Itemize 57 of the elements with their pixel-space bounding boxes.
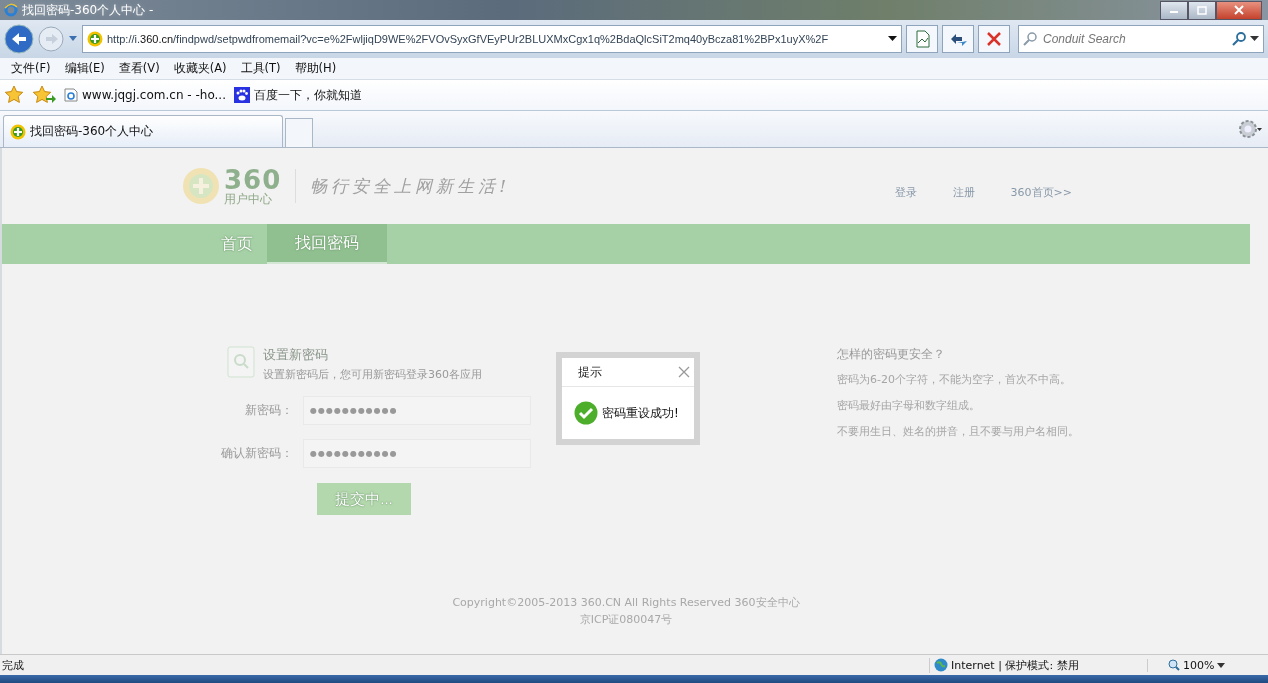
field-label: 新密码：: [244, 402, 294, 419]
logo-text: 360: [224, 167, 282, 193]
tip-text: 密码最好由字母和数字组成。: [837, 398, 981, 414]
security-zone: Internet | 保护模式: 禁用: [951, 657, 1079, 673]
search-icon: [227, 346, 255, 378]
ie-logo-icon: [4, 3, 18, 17]
search-field[interactable]: Conduit Search: [1018, 25, 1264, 53]
dialog-title: 提示: [578, 363, 602, 381]
dialog-message: 密码重设成功!: [602, 404, 679, 422]
search-icon: [1232, 32, 1246, 46]
field-label: 确认新密码：: [220, 445, 294, 462]
paw-icon: [234, 87, 250, 103]
zoom-icon: [1168, 659, 1180, 671]
logo-subtitle: 用户中心: [224, 193, 273, 205]
restore-icon[interactable]: [1197, 5, 1207, 15]
globe-icon: [934, 658, 948, 672]
menu-item[interactable]: 收藏夹(A): [166, 61, 234, 76]
forward-icon[interactable]: [38, 26, 64, 52]
tips-title: 怎样的密码更安全？: [837, 346, 946, 363]
site-icon: [87, 31, 103, 47]
logo-icon: [182, 167, 220, 205]
favorites-star-icon[interactable]: [4, 85, 24, 105]
section-subtitle: 设置新密码后，您可用新密码登录360各应用: [263, 367, 482, 382]
dropdown-icon[interactable]: [68, 35, 78, 43]
refresh-button[interactable]: [942, 25, 974, 53]
footer-text: Copyright©2005-2013 360.CN All Rights Reserved 360安全中心: [452, 595, 800, 611]
gear-icon[interactable]: [1238, 118, 1262, 140]
back-icon[interactable]: [4, 24, 34, 54]
menu-item[interactable]: 编辑(E): [57, 61, 112, 76]
section-title: 设置新密码: [263, 346, 329, 364]
address-field[interactable]: http://i.360.cn/findpwd/setpwdfromemail?vc=e%2FwljiqD9WE%2FVOvSyxGfVEyPUr2BLUXMxCgx1q%2BdaQlcSiT2mq40yBcza81%2BPx1uyX%2F: [82, 25, 902, 53]
slogan: 畅行安全上网新生活!: [310, 174, 511, 198]
stop-button[interactable]: [978, 25, 1010, 53]
search-icon: [1023, 32, 1037, 46]
status-text: 完成: [2, 657, 24, 673]
favorite-link[interactable]: 百度一下，你就知道: [254, 86, 362, 104]
site-icon: [10, 123, 26, 140]
tip-text: 密码为6-20个字符，不能为空字，首次不中高。: [837, 372, 1072, 388]
favorite-link[interactable]: www.jqgj.com.cn - -ho...: [82, 88, 226, 102]
zoom-level[interactable]: 100%: [1183, 658, 1215, 672]
caret-icon: [888, 36, 897, 42]
new-tab-button[interactable]: [285, 118, 313, 147]
menu-item[interactable]: 文件(F): [4, 61, 58, 76]
tip-text: 不要用生日、姓名的拼音，且不要与用户名相同。: [837, 424, 1080, 440]
caret-icon: [1217, 662, 1226, 668]
check-icon: [574, 401, 598, 425]
menu-item[interactable]: 帮助(H): [287, 61, 344, 76]
close-icon[interactable]: [678, 366, 690, 378]
menu-item[interactable]: 工具(T): [233, 61, 288, 76]
search-field[interactable]: Conduit Search: [1041, 31, 1228, 47]
footer-text: 京ICP证080047号: [579, 612, 673, 628]
add-favorite-icon[interactable]: [32, 85, 56, 105]
window-title: 找回密码-360个人中心 -: [22, 1, 154, 19]
ie-page-icon: [64, 88, 78, 102]
browser-tab[interactable]: 找回密码-360个人中心: [3, 115, 283, 147]
menu-item[interactable]: 查看(V): [111, 61, 167, 76]
caret-icon: [1250, 36, 1259, 42]
